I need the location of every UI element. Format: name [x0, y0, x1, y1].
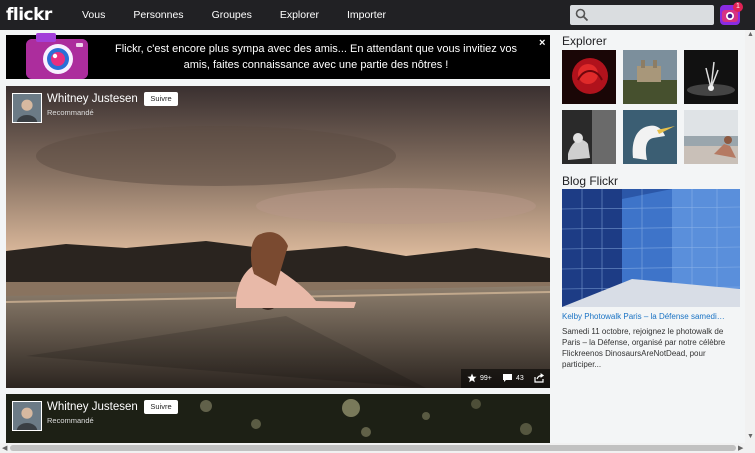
follow-button[interactable]: Suivre — [144, 92, 178, 106]
explore-thumb[interactable] — [623, 50, 677, 104]
explore-thumb[interactable] — [684, 110, 738, 164]
search-input[interactable] — [570, 5, 714, 25]
vertical-scrollbar[interactable]: ▲ ▼ — [745, 30, 755, 443]
blog-title[interactable]: Blog Flickr — [562, 174, 618, 188]
explore-thumb[interactable] — [562, 50, 616, 104]
top-bar: flickr Vous Personnes Groupes Explorer I… — [0, 0, 755, 30]
share-icon[interactable] — [534, 373, 545, 383]
feed-card: Whitney Justesen Recommandé Suivre 99+ 4… — [6, 86, 550, 388]
comments-count: 43 — [516, 375, 524, 382]
nav-importer[interactable]: Importer — [333, 0, 400, 30]
scroll-down-icon[interactable]: ▼ — [747, 433, 754, 440]
comment-icon[interactable] — [502, 373, 513, 383]
camera-icon — [26, 33, 88, 79]
explore-thumb[interactable] — [623, 110, 677, 164]
explore-title[interactable]: Explorer — [562, 34, 607, 48]
explore-thumb[interactable] — [684, 50, 738, 104]
invite-banner: Flickr, c'est encore plus sympa avec des… — [6, 33, 550, 79]
card-subtitle: Recommandé — [47, 416, 94, 425]
blog-post-link[interactable]: Kelby Photowalk Paris – la Défense samed… — [562, 312, 742, 321]
avatar[interactable] — [12, 401, 42, 431]
follow-button[interactable]: Suivre — [144, 400, 178, 414]
star-icon[interactable] — [467, 373, 477, 383]
nav-vous[interactable]: Vous — [68, 0, 119, 30]
scroll-up-icon[interactable]: ▲ — [747, 31, 754, 38]
avatar[interactable] — [12, 93, 42, 123]
card-username[interactable]: Whitney Justesen — [47, 401, 138, 413]
feed-card: Whitney Justesen Recommandé Suivre — [6, 394, 550, 444]
flickr-logo[interactable]: flickr — [6, 5, 52, 25]
banner-text: Flickr, c'est encore plus sympa avec des… — [115, 43, 517, 71]
scrollbar-thumb[interactable] — [10, 445, 736, 451]
blog-post-description: Samedi 11 octobre, rejoignez le photowal… — [562, 327, 726, 369]
faves-count: 99+ — [480, 375, 492, 382]
feed-photo[interactable] — [6, 86, 550, 388]
card-username[interactable]: Whitney Justesen — [47, 93, 138, 105]
explore-thumb[interactable] — [562, 110, 616, 164]
main-nav: Vous Personnes Groupes Explorer Importer — [68, 0, 400, 30]
horizontal-scrollbar[interactable]: ◀ ▶ — [0, 443, 755, 453]
notification-badge[interactable]: 1 — [733, 2, 743, 12]
nav-groupes[interactable]: Groupes — [198, 0, 266, 30]
close-icon[interactable]: × — [539, 37, 545, 49]
card-actions: 99+ 43 — [461, 369, 550, 388]
search-icon — [575, 8, 589, 22]
scroll-right-icon[interactable]: ▶ — [738, 444, 743, 452]
nav-personnes[interactable]: Personnes — [119, 0, 197, 30]
nav-explorer[interactable]: Explorer — [266, 0, 333, 30]
card-subtitle: Recommandé — [47, 108, 94, 117]
blog-image[interactable] — [562, 189, 740, 307]
scroll-left-icon[interactable]: ◀ — [2, 444, 7, 452]
